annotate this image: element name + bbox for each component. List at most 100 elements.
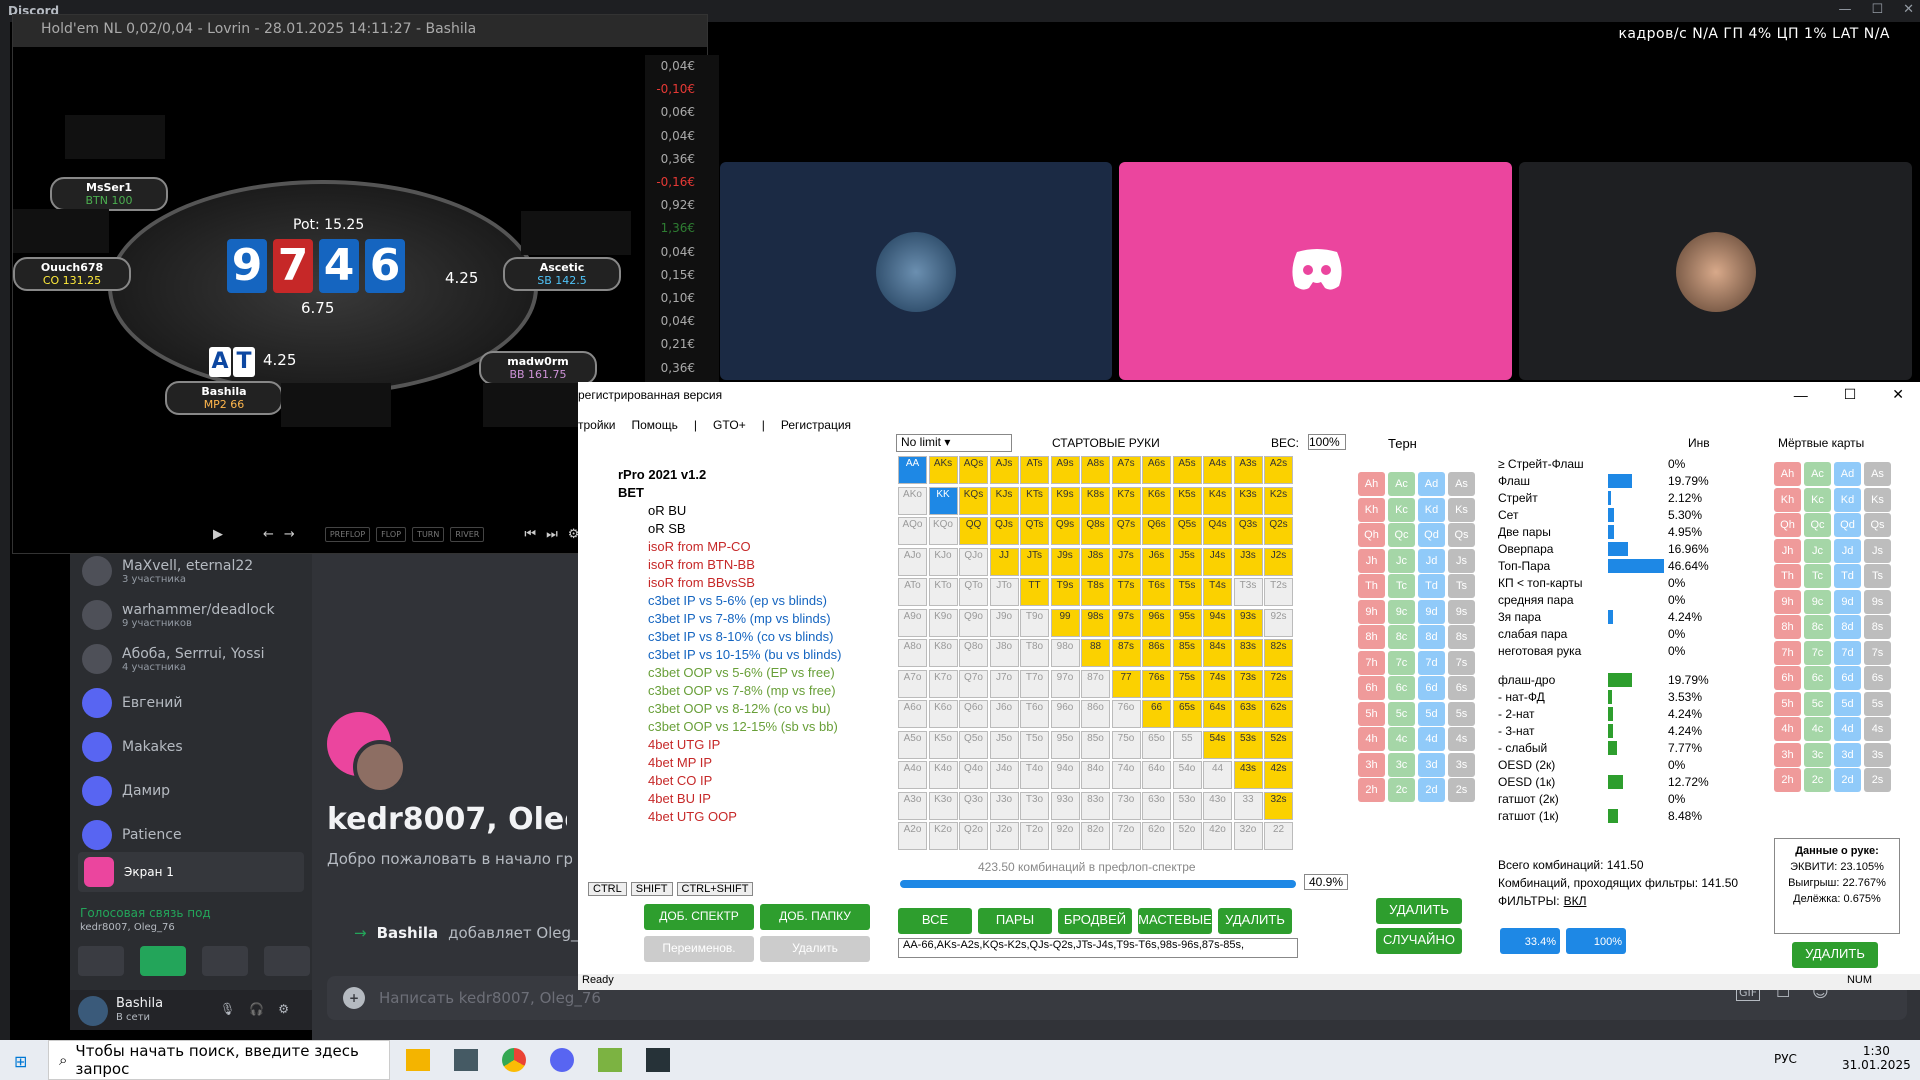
hand-cell[interactable]: Q8s — [1081, 517, 1110, 545]
participant-tile-3[interactable] — [1519, 162, 1912, 380]
hand-cell[interactable]: A3s — [1233, 456, 1263, 484]
stat-row[interactable]: Сет 5.30% — [1498, 507, 1778, 523]
hand-cell[interactable]: 93s — [1233, 608, 1263, 637]
hand-cell[interactable]: K4o — [928, 761, 958, 789]
board-card-button[interactable]: 7h — [1358, 650, 1385, 675]
hand-cell[interactable]: 43o — [1203, 791, 1232, 820]
hand-cell[interactable]: 93o — [1050, 791, 1080, 820]
board-card-button[interactable]: Qh — [1358, 523, 1385, 547]
hand-cell[interactable]: K6s — [1142, 486, 1171, 515]
dead-card-button[interactable]: 3h — [1774, 742, 1801, 767]
prev-icon[interactable]: ← — [263, 527, 274, 542]
hand-cell[interactable]: 94s — [1203, 608, 1232, 637]
dead-cards-grid[interactable]: Ah Ac Ad As Kh Kc Kd Ks Qh Qc Qd Qs Jh Jc Jd Js Th Tc Td Ts… — [1774, 462, 1894, 872]
hand-cell[interactable]: 32s — [1264, 791, 1293, 820]
tree-item[interactable]: c3bet OOP vs 5-6% (EP vs free) — [578, 664, 868, 682]
board-card-button[interactable]: 5d — [1418, 701, 1445, 726]
board-card-button[interactable]: Ad — [1418, 472, 1445, 496]
hand-cell[interactable]: 86o — [1081, 700, 1110, 728]
dead-card-button[interactable]: 2d — [1834, 768, 1861, 792]
board-card-button[interactable]: 7c — [1388, 650, 1415, 675]
board-card-button[interactable]: Ac — [1388, 472, 1415, 496]
limit-select[interactable]: No limit ▾ — [896, 434, 1012, 452]
hand-cell[interactable]: T9o — [1020, 608, 1049, 637]
hand-cell[interactable]: K9s — [1050, 486, 1080, 515]
dead-card-button[interactable]: 2h — [1774, 768, 1801, 792]
hand-cell[interactable]: Q7o — [959, 669, 988, 698]
hand-cell[interactable]: K2o — [928, 822, 958, 850]
hand-cell[interactable]: 54o — [1172, 761, 1202, 789]
maximize-icon[interactable]: ☐ — [1844, 386, 1857, 403]
hand-cell[interactable]: QQ — [959, 517, 988, 545]
dead-card-button[interactable]: 3c — [1804, 742, 1831, 767]
hand-cell[interactable]: A2o — [898, 822, 927, 850]
hand-cell[interactable]: 86s — [1142, 639, 1171, 667]
range-button[interactable]: ДОБ. СПЕКТР — [644, 904, 754, 930]
menu-item[interactable]: | — [694, 418, 697, 432]
hand-cell[interactable]: A4s — [1203, 456, 1232, 484]
hand-cell[interactable]: AKs — [928, 456, 958, 484]
stat-row[interactable]: неготовая рука 0% — [1498, 643, 1778, 659]
search-box[interactable]: ⌕ Чтобы начать поиск, введите здесь запро… — [48, 1040, 390, 1080]
gear-icon[interactable]: ⚙ — [278, 1002, 289, 1016]
start-icon[interactable]: ⊞ — [14, 1052, 27, 1071]
dead-card-button[interactable]: Kd — [1834, 487, 1861, 512]
tree-item[interactable]: isoR from MP-CO — [578, 538, 868, 556]
tree-item[interactable]: c3bet IP vs 7-8% (mp vs blinds) — [578, 610, 868, 628]
hand-cell[interactable]: A9o — [898, 608, 927, 637]
hand-cell[interactable]: QJs — [989, 517, 1019, 545]
dead-card-button[interactable]: Qs — [1864, 513, 1891, 537]
hand-cell[interactable]: J3s — [1233, 547, 1263, 576]
hand-cell[interactable]: Q2s — [1264, 517, 1293, 545]
hand-cell[interactable]: 96s — [1142, 608, 1171, 637]
board-card-button[interactable]: Td — [1418, 574, 1445, 598]
dead-card-button[interactable]: 5c — [1804, 691, 1831, 716]
board-card-button[interactable]: Kh — [1358, 497, 1385, 522]
dead-card-button[interactable]: 5d — [1834, 691, 1861, 716]
hand-cell[interactable]: 95o — [1050, 730, 1080, 759]
hand-cell[interactable]: T4s — [1203, 578, 1232, 606]
hand-cell[interactable]: J9s — [1050, 547, 1080, 576]
board-card-button[interactable]: 8h — [1358, 625, 1385, 649]
hand-cell[interactable]: Q6o — [959, 700, 988, 728]
street-button[interactable]: TURN — [412, 527, 445, 542]
board-card-button[interactable]: 6s — [1448, 676, 1475, 700]
board-card-button[interactable]: 9h — [1358, 599, 1385, 624]
hand-cell[interactable]: T2o — [1020, 822, 1049, 850]
range-button[interactable]: Переименов. — [644, 936, 754, 962]
hand-cell[interactable]: K8o — [928, 639, 958, 667]
hand-cell[interactable]: Q4s — [1203, 517, 1232, 545]
hand-cell[interactable]: T5s — [1172, 578, 1202, 606]
hand-cell[interactable]: A5o — [898, 730, 927, 759]
board-card-button[interactable]: Ah — [1358, 472, 1385, 496]
dead-card-button[interactable]: 4h — [1774, 717, 1801, 741]
hand-cell[interactable]: 53s — [1233, 730, 1263, 759]
tree-item[interactable]: c3bet IP vs 10-15% (bu vs blinds) — [578, 646, 868, 664]
log-entry[interactable]: 0,04€ — [645, 241, 695, 264]
dead-card-button[interactable]: 2s — [1864, 768, 1891, 792]
dm-item[interactable]: Makakes — [82, 732, 183, 762]
dead-card-button[interactable]: 2c — [1804, 768, 1831, 792]
hand-cell[interactable]: 62o — [1142, 822, 1171, 850]
tree-item[interactable]: 4bet MP IP — [578, 754, 868, 772]
dm-item[interactable]: MaXvell, eternal22 3 участника — [82, 556, 253, 586]
hand-cell[interactable]: T9s — [1050, 578, 1080, 606]
hand-cell[interactable]: J9o — [989, 608, 1019, 637]
hand-cell[interactable]: 66 — [1142, 700, 1171, 728]
menu-item[interactable]: GTO+ — [713, 418, 746, 432]
street-button[interactable]: FLOP — [376, 527, 407, 542]
hand-cell[interactable]: K9o — [928, 608, 958, 637]
hand-cell[interactable]: A7s — [1111, 456, 1141, 484]
draw-row[interactable]: - 3-нат 4.24% — [1498, 723, 1778, 739]
hand-cell[interactable]: 54s — [1203, 730, 1232, 759]
dead-card-button[interactable]: Kc — [1804, 487, 1831, 512]
tree-item[interactable]: rPro 2021 v1.2 — [578, 466, 868, 484]
board-card-button[interactable]: 4d — [1418, 727, 1445, 751]
hand-cell[interactable]: K3s — [1233, 486, 1263, 515]
dm-item[interactable]: warhammer/deadlock 9 участников — [82, 600, 275, 630]
hand-cell[interactable]: QJo — [959, 547, 988, 576]
dead-card-button[interactable]: 7h — [1774, 640, 1801, 665]
stat-row[interactable]: Стрейт 2.12% — [1498, 490, 1778, 506]
draw-row[interactable]: флаш-дро 19.79% — [1498, 672, 1778, 688]
tree-item[interactable]: 4bet UTG IP — [578, 736, 868, 754]
